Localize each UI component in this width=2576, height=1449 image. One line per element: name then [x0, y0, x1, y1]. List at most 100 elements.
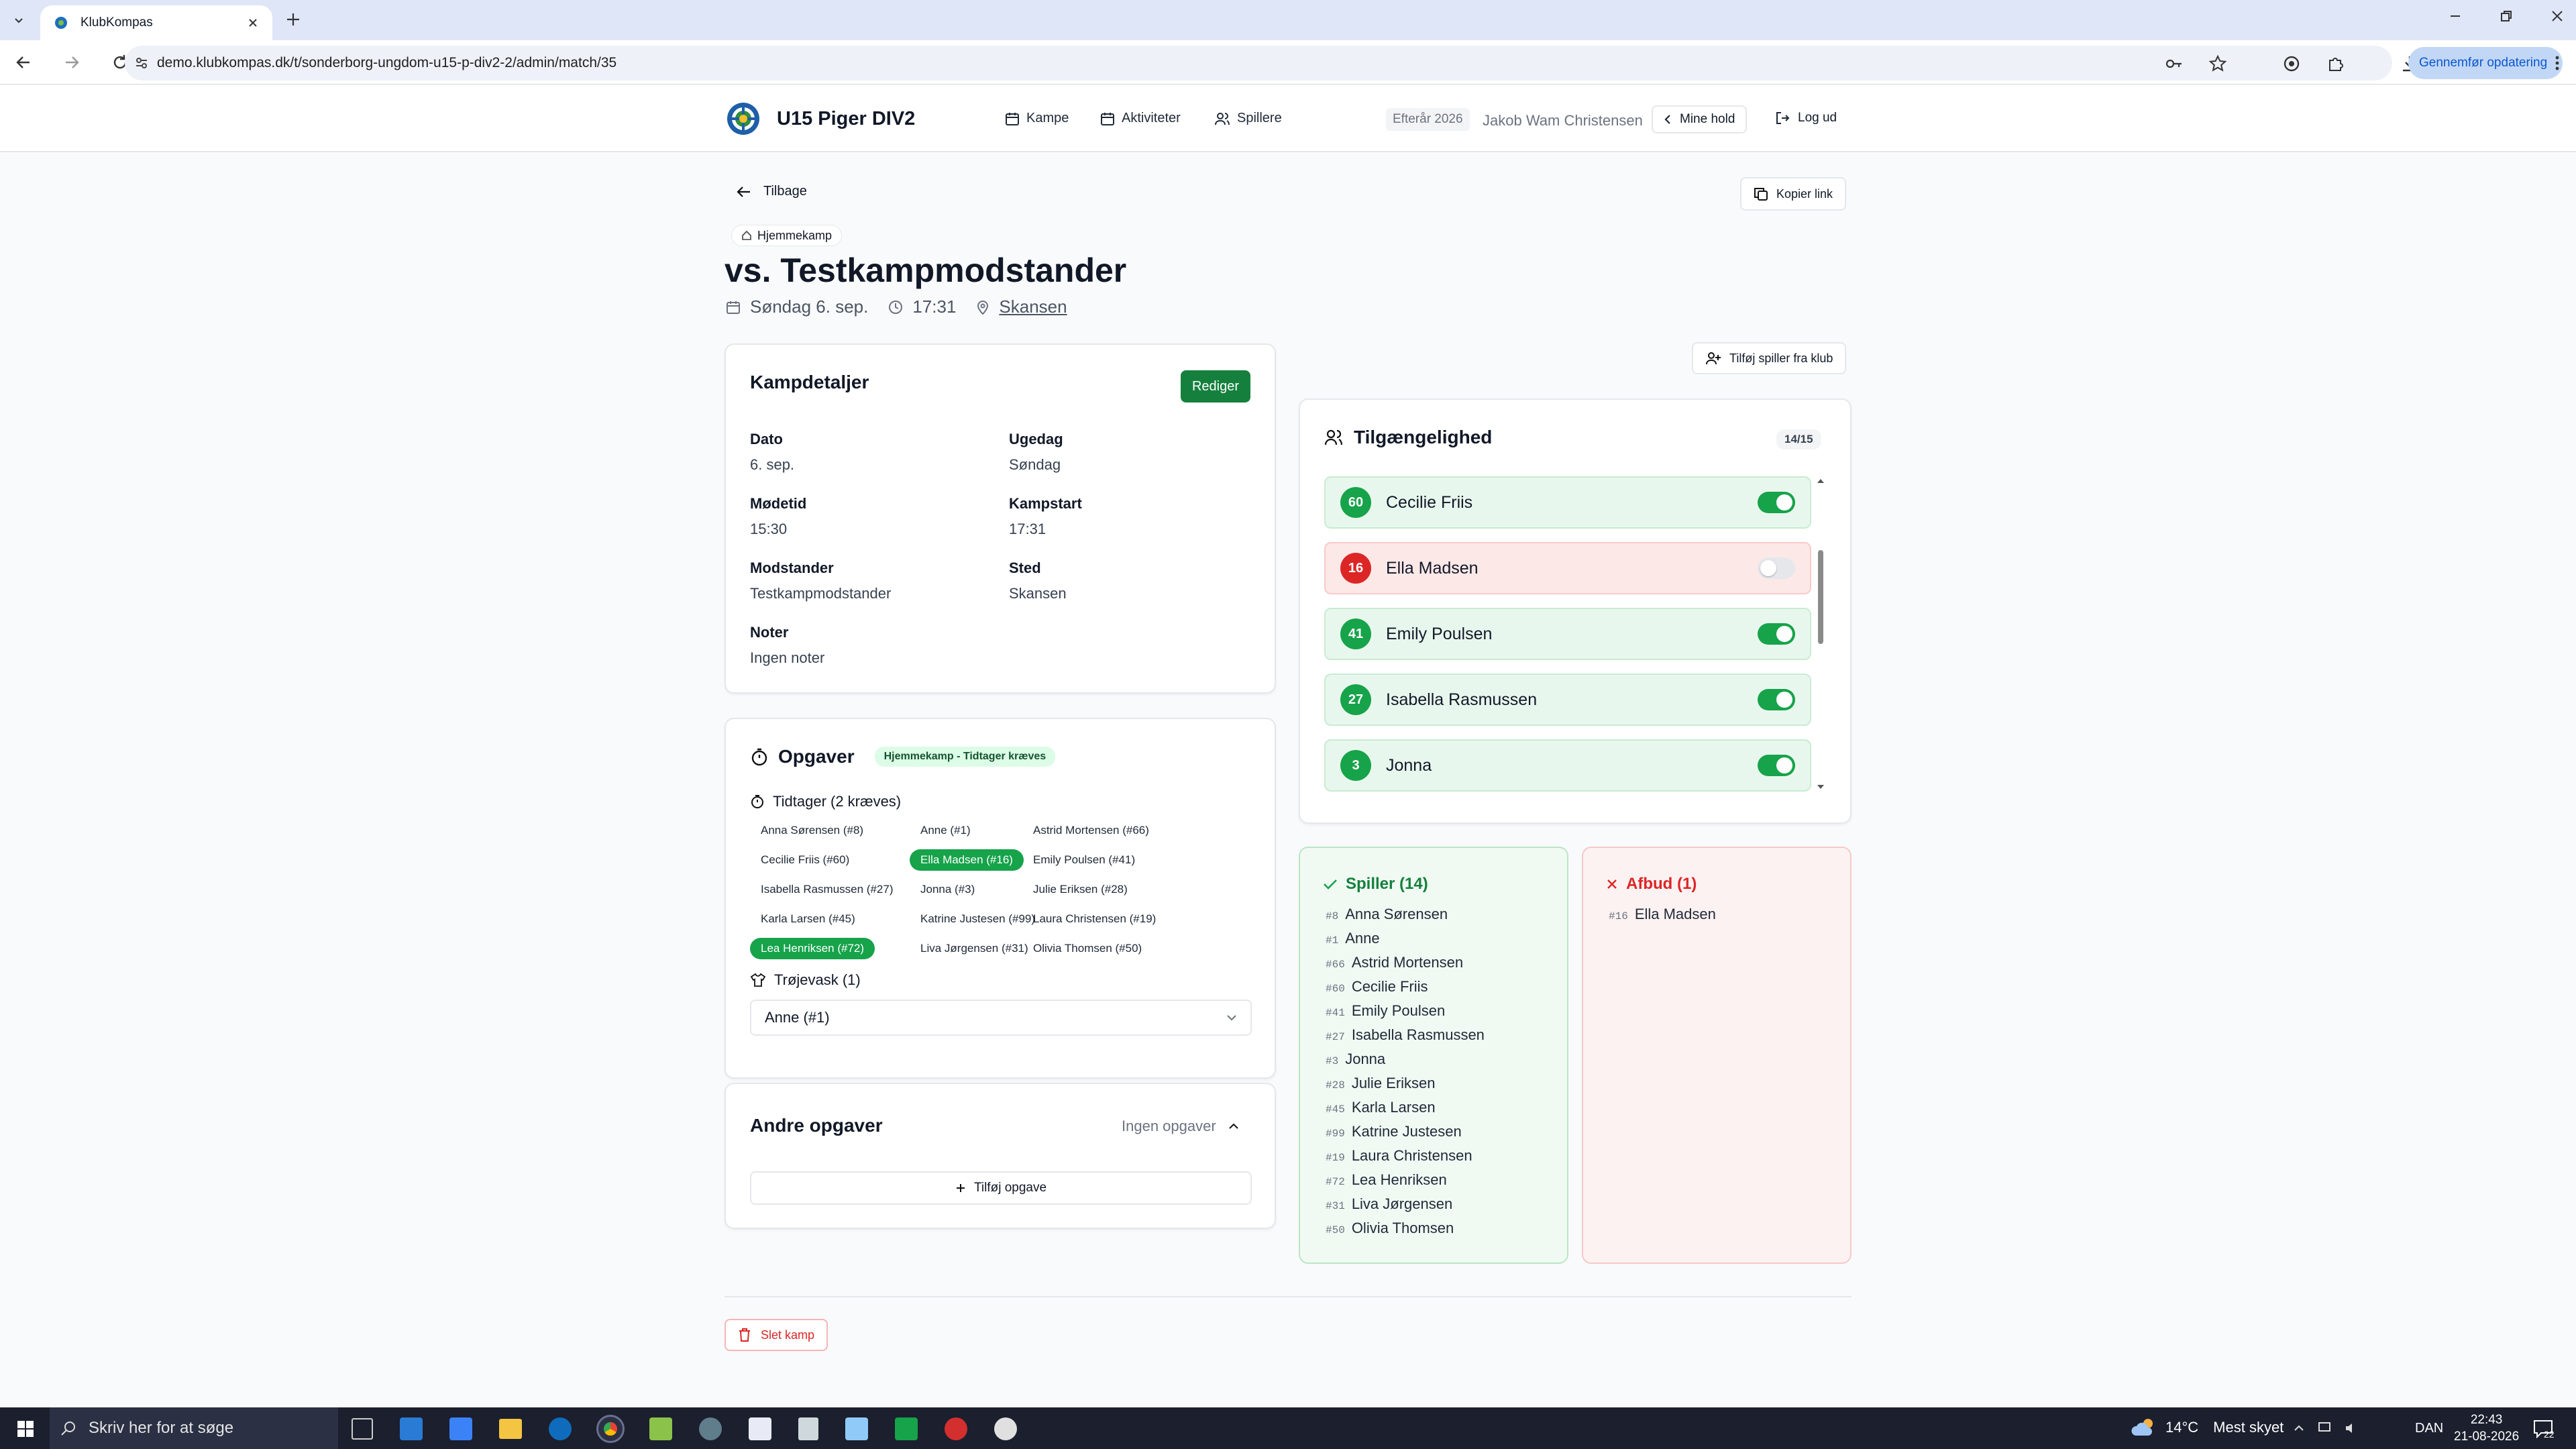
timekeeper-chip[interactable]: Julie Eriksen (#28): [1022, 879, 1138, 900]
tasks-title: Opgaver: [778, 746, 855, 767]
app-icon[interactable]: [649, 1417, 672, 1440]
match-location-link[interactable]: Skansen: [999, 297, 1067, 317]
team-brand[interactable]: U15 Piger DIV2: [726, 101, 915, 136]
store-icon[interactable]: [449, 1417, 472, 1440]
timekeeper-chip[interactable]: Liva Jørgensen (#31): [910, 938, 1039, 959]
logout-button[interactable]: Log ud: [1775, 111, 1837, 125]
task-view-icon[interactable]: [352, 1418, 373, 1440]
logout-label: Log ud: [1798, 111, 1837, 125]
site-info-icon[interactable]: [134, 56, 149, 70]
timekeeper-chip[interactable]: Emily Poulsen (#41): [1022, 849, 1146, 871]
availability-toggle[interactable]: [1758, 755, 1795, 776]
availability-toggle[interactable]: [1758, 492, 1795, 513]
tasks-badge: Hjemmekamp - Tidtager kræves: [874, 747, 1056, 767]
input-language[interactable]: DAN: [2415, 1421, 2443, 1436]
update-browser-button[interactable]: Gennemfør opdatering: [2408, 47, 2563, 79]
location-pin-icon: [977, 300, 989, 315]
chevron-up-icon[interactable]: [2293, 1422, 2305, 1434]
timekeeper-chip[interactable]: Isabella Rasmussen (#27): [750, 879, 904, 900]
copy-link-button[interactable]: Kopier link: [1740, 177, 1847, 211]
nav-aktiviteter[interactable]: Aktiviteter: [1100, 111, 1181, 126]
tab-list-icon[interactable]: [9, 11, 28, 30]
other-tasks-card: Andre opgaver Ingen opgaver Tilføj opgav…: [724, 1083, 1276, 1229]
close-window-icon[interactable]: [2551, 9, 2564, 23]
my-teams-button[interactable]: Mine hold: [1652, 105, 1748, 133]
calculator-icon[interactable]: [798, 1417, 818, 1440]
field-label: Sted: [1009, 559, 1041, 576]
more-menu-icon[interactable]: [2555, 56, 2559, 70]
app-icon[interactable]: [895, 1417, 918, 1440]
divider: [724, 1296, 1851, 1297]
password-key-icon[interactable]: [2164, 54, 2183, 73]
timekeeper-chip[interactable]: Karla Larsen (#45): [750, 908, 866, 930]
player-name: Emily Poulsen: [1386, 624, 1493, 643]
timekeeper-chip[interactable]: Astrid Mortensen (#66): [1022, 820, 1160, 841]
player-number: #50: [1326, 1224, 1345, 1236]
player-number: #16: [1609, 910, 1628, 922]
player-name: Liva Jørgensen: [1351, 1195, 1453, 1212]
file-explorer-icon[interactable]: [499, 1419, 522, 1439]
app-icon[interactable]: [749, 1417, 771, 1440]
timekeeper-chip[interactable]: Olivia Thomsen (#50): [1022, 938, 1152, 959]
clock[interactable]: 22:43 21-08-2026: [2454, 1411, 2519, 1445]
timekeeper-chip[interactable]: Anna Sørensen (#8): [750, 820, 874, 841]
tasks-header: Opgaver Hjemmekamp - Tidtager kræves: [750, 746, 1056, 767]
delete-match-button[interactable]: Slet kamp: [724, 1319, 828, 1351]
chrome-icon[interactable]: [596, 1415, 625, 1443]
list-item: #45 Karla Larsen: [1326, 1099, 1485, 1123]
scroll-up-arrow-icon[interactable]: [1815, 476, 1826, 486]
extensions-puzzle-icon[interactable]: [2326, 54, 2345, 73]
jersey-select[interactable]: Anne (#1): [750, 1000, 1252, 1036]
app-icon[interactable]: [400, 1417, 423, 1440]
timekeeper-chip[interactable]: Lea Henriksen (#72): [750, 938, 875, 959]
players-title: Spiller (14): [1346, 875, 1428, 893]
player-name: Isabella Rasmussen: [1351, 1026, 1485, 1043]
home-icon: [742, 230, 751, 240]
timekeeper-chip[interactable]: Cecilie Friis (#60): [750, 849, 860, 871]
notifications-button[interactable]: 22: [2533, 1418, 2555, 1440]
app-icon[interactable]: [945, 1417, 967, 1440]
browser-tab[interactable]: KlubKompas: [40, 5, 272, 40]
availability-toggle[interactable]: [1758, 689, 1795, 710]
timekeeper-chip[interactable]: Laura Christensen (#19): [1022, 908, 1167, 930]
back-arrow-icon[interactable]: [15, 54, 32, 71]
add-task-button[interactable]: Tilføj opgave: [750, 1171, 1252, 1205]
extension-circle-icon[interactable]: [2282, 54, 2301, 73]
minimize-icon[interactable]: [2449, 9, 2462, 23]
scrollbar-thumb[interactable]: [1818, 550, 1823, 644]
tab-title: KlubKompas: [80, 15, 153, 30]
timekeeper-chip[interactable]: Ella Madsen (#16): [910, 849, 1024, 871]
new-tab-icon[interactable]: [284, 11, 302, 28]
address-bar[interactable]: demo.klubkompas.dk/t/sonderborg-ungdom-u…: [125, 46, 2392, 80]
app-icon[interactable]: [994, 1417, 1017, 1440]
nav-spillere[interactable]: Spillere: [1214, 111, 1282, 126]
windows-start-icon[interactable]: [17, 1421, 34, 1437]
availability-toggle[interactable]: [1758, 557, 1795, 579]
availability-scrollbar[interactable]: [1815, 476, 1826, 792]
add-player-button[interactable]: Tilføj spiller fra klub: [1692, 342, 1847, 374]
bookmark-star-icon[interactable]: [2208, 54, 2227, 73]
timekeeper-chip[interactable]: Anne (#1): [910, 820, 981, 841]
back-link[interactable]: Tilbage: [737, 184, 807, 199]
toggle-knob: [1776, 757, 1792, 773]
timekeeper-chip[interactable]: Jonna (#3): [910, 879, 985, 900]
outlook-icon[interactable]: [549, 1417, 572, 1440]
close-tab-icon[interactable]: [247, 17, 259, 29]
taskbar-search[interactable]: Skriv her for at søge: [50, 1407, 338, 1449]
network-icon[interactable]: [2317, 1421, 2332, 1436]
availability-toggle[interactable]: [1758, 623, 1795, 645]
scroll-down-arrow-icon[interactable]: [1815, 782, 1826, 792]
forward-arrow-icon[interactable]: [63, 54, 80, 71]
restore-icon[interactable]: [2500, 9, 2513, 23]
nav-kampe[interactable]: Kampe: [1005, 111, 1069, 126]
trash-icon: [739, 1328, 750, 1342]
availability-row: 16 Ella Madsen: [1324, 542, 1811, 594]
app-icon[interactable]: [699, 1417, 722, 1440]
player-name: Katrine Justesen: [1351, 1123, 1462, 1140]
volume-icon[interactable]: [2344, 1421, 2359, 1436]
add-player-label: Tilføj spiller fra klub: [1729, 351, 1833, 365]
weather-widget[interactable]: 14°C Mest skyet: [2131, 1417, 2284, 1438]
app-icon[interactable]: [845, 1417, 868, 1440]
other-tasks-toggle[interactable]: Ingen opgaver: [1122, 1118, 1239, 1135]
edit-button[interactable]: Rediger: [1181, 370, 1250, 402]
